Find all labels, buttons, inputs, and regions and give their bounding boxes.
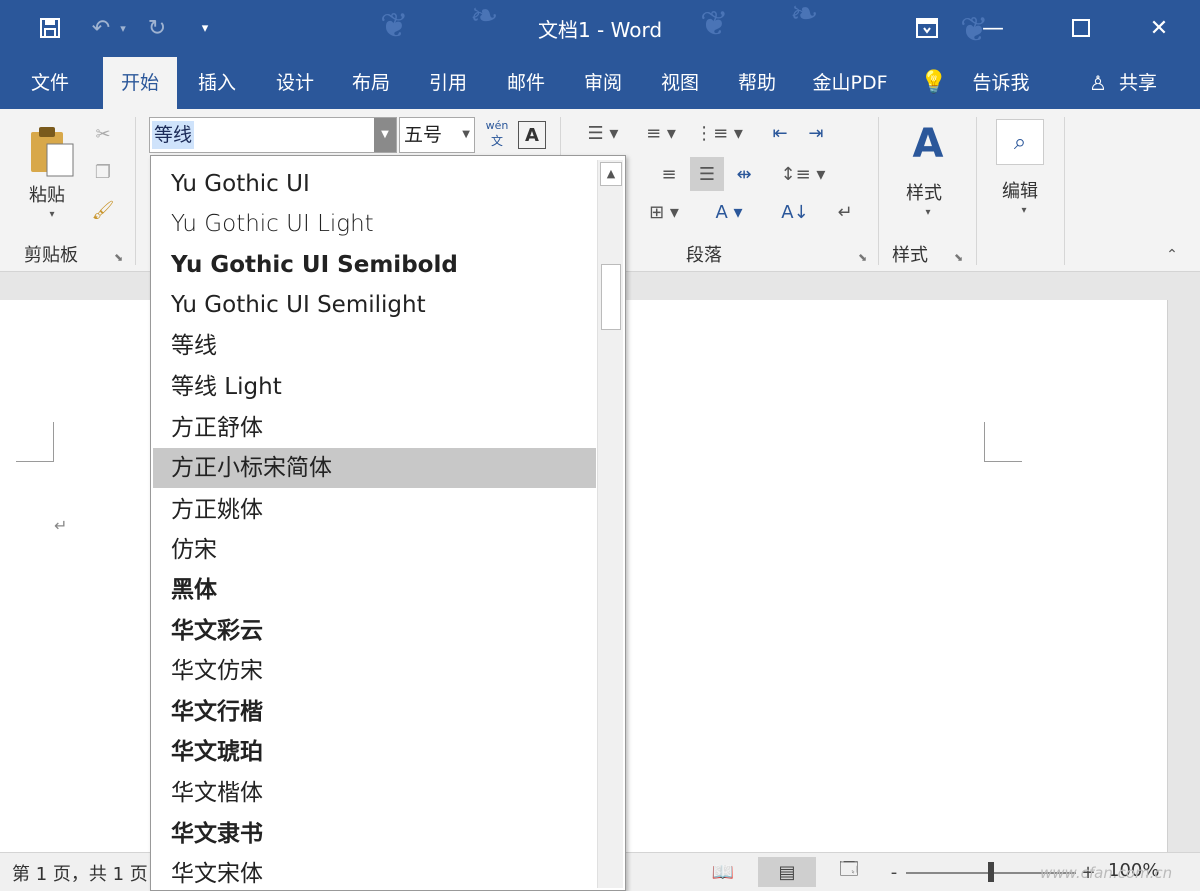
tab-layout[interactable]: 布局 bbox=[337, 57, 405, 109]
tab-design[interactable]: 设计 bbox=[261, 57, 329, 109]
font-list-item[interactable]: 华文宋体 bbox=[153, 854, 596, 890]
editing-button[interactable]: 编辑 bbox=[1002, 177, 1038, 203]
font-list-item[interactable]: 等线 Light bbox=[153, 367, 596, 407]
web-layout-icon[interactable]: 🗔 bbox=[832, 857, 866, 887]
scroll-up-icon[interactable]: ▲ bbox=[600, 162, 622, 186]
margin-corner-right bbox=[984, 422, 1022, 462]
tell-me-search[interactable]: 告诉我 bbox=[958, 57, 1044, 109]
tab-kingsoft-pdf[interactable]: 金山PDF bbox=[802, 57, 898, 109]
text-direction-icon[interactable]: A ▾ bbox=[706, 197, 752, 227]
increase-indent-icon[interactable]: ⇥ bbox=[800, 119, 832, 147]
tab-home[interactable]: 开始 bbox=[103, 57, 177, 109]
editing-dropdown-icon[interactable]: ▾ bbox=[1016, 203, 1032, 217]
font-list-item[interactable]: 仿宋 bbox=[153, 530, 596, 570]
paste-button[interactable]: 粘贴 bbox=[29, 181, 65, 207]
tab-references[interactable]: 引用 bbox=[414, 57, 482, 109]
watermark: www.cfan.com.cn bbox=[1040, 864, 1173, 882]
font-list-item[interactable]: 等线 bbox=[153, 326, 596, 366]
styles-dropdown-icon[interactable]: ▾ bbox=[920, 205, 936, 219]
tab-view[interactable]: 视图 bbox=[646, 57, 714, 109]
bullets-icon[interactable]: ☰ ▾ bbox=[580, 119, 626, 147]
font-list-item[interactable]: 华文彩云 bbox=[153, 611, 596, 651]
multilevel-list-icon[interactable]: ⋮≡ ▾ bbox=[694, 119, 744, 147]
font-list-item[interactable]: Yu Gothic UI Light bbox=[153, 204, 596, 244]
ribbon-display-options-icon[interactable] bbox=[902, 6, 952, 50]
share-button[interactable]: 共享 bbox=[1112, 57, 1164, 109]
font-list-item[interactable]: 华文仿宋 bbox=[153, 651, 596, 691]
read-mode-icon[interactable]: 📖 bbox=[706, 857, 740, 887]
clipboard-group-label: 剪贴板 bbox=[24, 245, 78, 266]
close-icon[interactable]: ✕ bbox=[1134, 6, 1184, 50]
tab-insert[interactable]: 插入 bbox=[183, 57, 251, 109]
lightbulb-icon[interactable]: 💡 bbox=[920, 57, 948, 109]
font-size-combobox[interactable]: 五号 ▼ bbox=[399, 117, 475, 153]
font-list-item[interactable]: 华文隶书 bbox=[153, 814, 596, 854]
tab-file[interactable]: 文件 bbox=[16, 57, 84, 109]
phonetic-guide-sub: 文 bbox=[490, 134, 503, 148]
page-count[interactable]: 第 1 页，共 1 页 bbox=[12, 860, 148, 886]
line-spacing-icon[interactable]: ↕≡ ▾ bbox=[778, 157, 828, 191]
font-list-item[interactable]: 方正姚体 bbox=[153, 490, 596, 530]
font-list-item[interactable]: Yu Gothic UI Semilight bbox=[153, 285, 596, 325]
justify-icon[interactable]: ☰ bbox=[690, 157, 724, 191]
font-list-scrollbar[interactable]: ▲ bbox=[597, 160, 623, 888]
styles-button[interactable]: 样式 bbox=[906, 179, 942, 205]
show-formatting-icon[interactable]: ↵ bbox=[830, 197, 860, 227]
styles-launcher-icon[interactable]: ⬊ bbox=[954, 251, 963, 264]
font-list-item[interactable]: 方正舒体 bbox=[153, 408, 596, 448]
tab-mailings[interactable]: 邮件 bbox=[492, 57, 560, 109]
copy-icon[interactable]: ❐ bbox=[88, 157, 118, 187]
tab-review[interactable]: 审阅 bbox=[569, 57, 637, 109]
font-size-value[interactable]: 五号 bbox=[404, 124, 442, 146]
font-size-dropdown-icon[interactable]: ▼ bbox=[462, 118, 470, 152]
font-list-item[interactable]: 华文楷体 bbox=[153, 773, 596, 813]
clipboard-launcher-icon[interactable]: ⬊ bbox=[114, 251, 123, 264]
font-list-item[interactable]: 华文琥珀 bbox=[153, 732, 596, 772]
paragraph-mark-icon: ↵ bbox=[54, 516, 68, 535]
ribbon-tab-row: 文件 开始 插入 设计 布局 引用 邮件 审阅 视图 帮助 金山PDF 💡 告诉… bbox=[0, 57, 1200, 109]
font-list-item[interactable]: 黑体 bbox=[153, 570, 596, 610]
vertical-scrollbar[interactable] bbox=[1178, 272, 1200, 852]
tab-help[interactable]: 帮助 bbox=[723, 57, 791, 109]
print-layout-icon[interactable]: ▤ bbox=[758, 857, 816, 887]
maximize-icon[interactable] bbox=[1056, 6, 1106, 50]
font-name-combobox[interactable]: 等线 ▼ bbox=[149, 117, 397, 153]
format-painter-icon[interactable]: 🖌 bbox=[88, 195, 118, 225]
zoom-out-button[interactable]: - bbox=[884, 857, 904, 887]
font-list-item[interactable]: 华文行楷 bbox=[153, 692, 596, 732]
search-icon[interactable]: ⌕ bbox=[996, 119, 1044, 165]
align-right-icon[interactable]: ≡ bbox=[654, 159, 684, 189]
font-list-item[interactable]: Yu Gothic UI bbox=[153, 164, 596, 204]
minimize-icon[interactable]: — bbox=[968, 6, 1018, 50]
sort-icon[interactable]: A↓ bbox=[778, 195, 812, 229]
paste-dropdown-icon[interactable]: ▾ bbox=[44, 207, 60, 221]
margin-corner-left bbox=[16, 422, 54, 462]
scroll-thumb[interactable] bbox=[601, 264, 621, 330]
phonetic-guide-icon[interactable]: wén 文 bbox=[480, 119, 514, 149]
decrease-indent-icon[interactable]: ⇤ bbox=[764, 119, 796, 147]
numbering-icon[interactable]: ≡ ▾ bbox=[636, 119, 686, 147]
paragraph-group-label: 段落 bbox=[686, 245, 722, 266]
paste-icon[interactable] bbox=[26, 123, 78, 179]
zoom-slider-thumb[interactable] bbox=[988, 862, 994, 882]
window-title: 文档1 - Word bbox=[537, 18, 663, 42]
styles-group-label: 样式 bbox=[892, 245, 928, 266]
phonetic-guide-label: wén bbox=[485, 119, 509, 132]
character-border-icon[interactable]: A bbox=[518, 121, 546, 149]
font-combo-dropdown-icon[interactable]: ▼ bbox=[374, 118, 396, 152]
paragraph-launcher-icon[interactable]: ⬊ bbox=[858, 251, 867, 264]
font-list-item[interactable]: 方正小标宋简体 bbox=[153, 448, 596, 488]
collapse-ribbon-icon[interactable]: ⌃ bbox=[1160, 245, 1184, 265]
borders-icon[interactable]: ⊞ ▾ bbox=[640, 197, 688, 227]
font-dropdown-list[interactable]: Yu Gothic UI Yu Gothic UI Light Yu Gothic … bbox=[150, 155, 626, 891]
title-bar: ❦ ❧ ❦ ❧ ❦ ↶ ▾ ↻ ▾ 文档1 - Word — ✕ bbox=[0, 0, 1200, 57]
font-name-value[interactable]: 等线 bbox=[152, 121, 195, 149]
styles-icon[interactable]: A bbox=[898, 119, 958, 169]
font-list-item[interactable]: Yu Gothic UI Semibold bbox=[153, 245, 596, 285]
cut-icon[interactable]: ✂ bbox=[88, 119, 118, 149]
distributed-icon[interactable]: ⇹ bbox=[728, 157, 760, 191]
